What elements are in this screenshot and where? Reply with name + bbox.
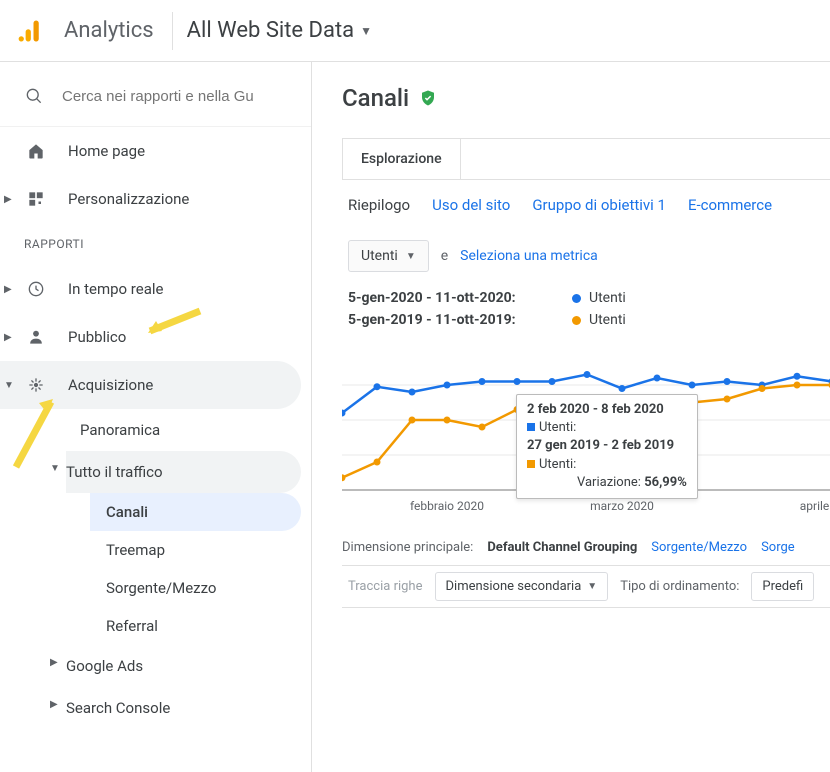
- subtab-site-usage[interactable]: Uso del sito: [432, 196, 510, 214]
- vs-label: e: [441, 248, 448, 264]
- caret-right-icon: ▶: [50, 657, 58, 668]
- caret-right-icon: ▶: [4, 332, 12, 343]
- caret-down-icon: ▼: [4, 380, 14, 391]
- brand-label: Analytics: [60, 18, 168, 43]
- chart-legend: 5-gen-2020 - 11-ott-2020: Utenti 5-gen-2…: [342, 290, 830, 340]
- sidebar-item-customization[interactable]: ▶ Personalizzazione: [0, 175, 311, 223]
- customize-icon: [26, 189, 46, 209]
- metric-selector[interactable]: Utenti ▼: [348, 240, 429, 272]
- caret-right-icon: ▶: [50, 699, 58, 710]
- chevron-down-icon: ▼: [360, 24, 372, 38]
- ga-logo: [0, 17, 60, 45]
- sidebar-label: Acquisizione: [68, 376, 153, 394]
- sidebar: Home page ▶ Personalizzazione RAPPORTI ▶…: [0, 62, 312, 772]
- primary-dimension-value[interactable]: Default Channel Grouping: [487, 540, 637, 555]
- legend-range-previous: 5-gen-2019 - 11-ott-2019:: [348, 312, 568, 328]
- tab-exploration[interactable]: Esplorazione: [343, 139, 461, 179]
- subtab-summary[interactable]: Riepilogo: [348, 196, 410, 214]
- leaf-referral[interactable]: Referral: [90, 607, 301, 645]
- subtabs: Riepilogo Uso del sito Gruppo di obietti…: [342, 180, 830, 230]
- page-title: Canali: [342, 84, 409, 112]
- caret-down-icon: ▼: [50, 463, 60, 474]
- report-tabs: Esplorazione: [342, 138, 830, 180]
- sidebar-label: Pubblico: [68, 328, 126, 346]
- svg-text:febbraio 2020: febbraio 2020: [410, 499, 484, 513]
- main-content: Canali Esplorazione Riepilogo Uso del si…: [312, 62, 830, 772]
- secondary-dimension-selector[interactable]: Dimensione secondaria ▼: [435, 572, 609, 601]
- leaf-source-medium[interactable]: Sorgente/Mezzo: [90, 569, 301, 607]
- sidebar-section-label: RAPPORTI: [0, 223, 311, 265]
- person-icon: [26, 327, 46, 347]
- plot-rows-button[interactable]: Traccia righe: [342, 579, 423, 594]
- sidebar-label: Personalizzazione: [68, 190, 189, 208]
- search-icon: [24, 86, 44, 106]
- subnav-search-console[interactable]: ▶ Search Console: [66, 687, 301, 729]
- legend-dot-orange: [572, 316, 581, 325]
- sidebar-label: In tempo reale: [68, 280, 163, 298]
- primary-dimension-label: Dimensione principale:: [342, 540, 473, 555]
- caret-right-icon: ▶: [4, 194, 12, 205]
- sidebar-label: Home page: [68, 142, 145, 160]
- subnav-overview[interactable]: Panoramica: [66, 409, 301, 451]
- sort-type-selector[interactable]: Predefi: [751, 572, 814, 601]
- dim-source-medium[interactable]: Sorgente/Mezzo: [651, 540, 747, 555]
- view-selector-label: All Web Site Data: [187, 18, 354, 43]
- leaf-treemap[interactable]: Treemap: [90, 531, 301, 569]
- legend-range-current: 5-gen-2020 - 11-ott-2020:: [348, 290, 568, 306]
- caret-right-icon: ▶: [4, 284, 12, 295]
- page-title-row: Canali: [342, 84, 830, 112]
- chart[interactable]: febbraio 2020 marzo 2020 aprile 2 feb 2020…: [342, 340, 830, 524]
- subnav-google-ads[interactable]: ▶ Google Ads: [66, 645, 301, 687]
- sidebar-item-audience[interactable]: ▶ Pubblico: [0, 313, 311, 361]
- sidebar-item-realtime[interactable]: ▶ In tempo reale: [0, 265, 311, 313]
- top-bar: Analytics All Web Site Data ▼: [0, 0, 830, 62]
- svg-text:aprile: aprile: [800, 499, 830, 513]
- acquisition-icon: [26, 375, 46, 395]
- tooltip-swatch-blue: [527, 423, 535, 431]
- chevron-down-icon: ▼: [587, 581, 597, 592]
- divider: [172, 12, 173, 50]
- svg-text:marzo 2020: marzo 2020: [590, 499, 654, 513]
- all-traffic-subnav: Canali Treemap Sorgente/Mezzo Referral: [66, 493, 311, 645]
- subtab-ecommerce[interactable]: E-commerce: [688, 196, 772, 214]
- tooltip-range2: 27 gen 2019 - 2 feb 2019: [527, 437, 687, 455]
- sidebar-item-home[interactable]: Home page: [0, 127, 311, 175]
- view-selector[interactable]: All Web Site Data ▼: [187, 18, 372, 43]
- primary-dimension-row: Dimensione principale: Default Channel G…: [342, 524, 830, 565]
- chart-tooltip: 2 feb 2020 - 8 feb 2020 Utenti: 27 gen 2…: [516, 394, 698, 499]
- sort-type-label: Tipo di ordinamento:: [620, 579, 739, 594]
- acquisition-subnav: Panoramica ▼ Tutto il traffico Canali Tr…: [0, 409, 311, 729]
- home-icon: [26, 141, 46, 161]
- legend-series-label: Utenti: [589, 312, 626, 328]
- controls-row: Traccia righe Dimensione secondaria ▼ Ti…: [342, 565, 830, 608]
- tooltip-swatch-orange: [527, 460, 535, 468]
- search-input[interactable]: [62, 88, 262, 105]
- metric-row: Utenti ▼ e Seleziona una metrica: [342, 230, 830, 290]
- legend-series-label: Utenti: [589, 290, 626, 306]
- legend-dot-blue: [572, 294, 581, 303]
- subtab-goal-group[interactable]: Gruppo di obiettivi 1: [532, 196, 666, 214]
- clock-icon: [26, 279, 46, 299]
- sidebar-item-acquisition[interactable]: ▼ Acquisizione: [0, 361, 301, 409]
- select-metric-link[interactable]: Seleziona una metrica: [460, 248, 598, 264]
- chevron-down-icon: ▼: [406, 251, 416, 262]
- tooltip-range1: 2 feb 2020 - 8 feb 2020: [527, 401, 687, 419]
- leaf-channels[interactable]: Canali: [90, 493, 301, 531]
- subnav-all-traffic[interactable]: ▼ Tutto il traffico: [66, 451, 301, 493]
- search-row: [0, 70, 311, 127]
- verified-shield-icon: [419, 89, 437, 107]
- dim-source[interactable]: Sorge: [761, 540, 795, 555]
